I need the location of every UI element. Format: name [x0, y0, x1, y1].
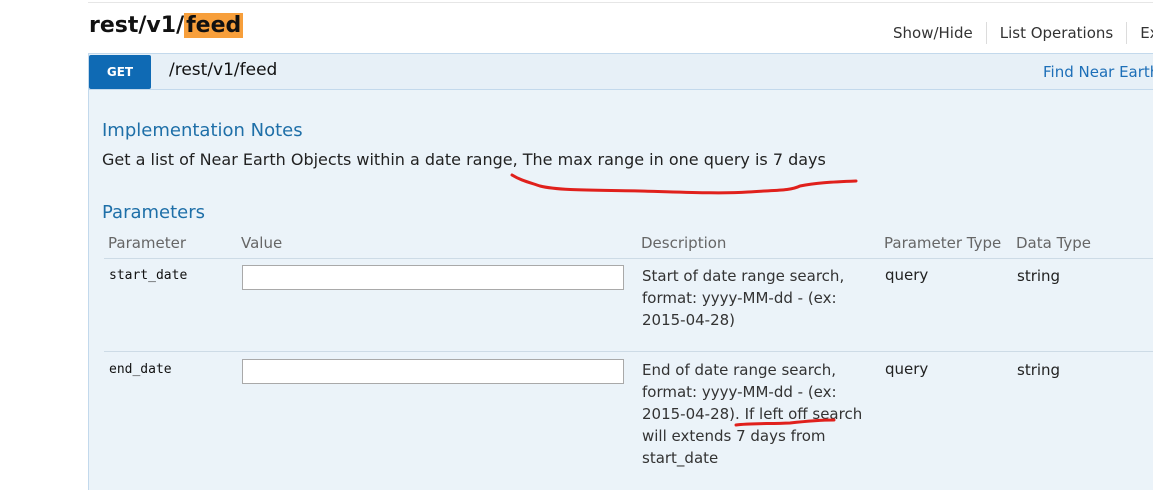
expand-operations-link[interactable]: Ex: [1127, 22, 1153, 44]
param-type-start-date: query: [885, 266, 929, 284]
column-header-parameter-type: Parameter Type: [884, 234, 1002, 252]
resource-highlight: feed: [184, 13, 244, 38]
endpoint-summary-link[interactable]: Find Near Earth: [1043, 63, 1153, 81]
column-header-description: Description: [641, 234, 727, 252]
data-type-start-date: string: [1017, 267, 1061, 285]
param-name-end-date: end_date: [109, 362, 172, 377]
start-date-input[interactable]: [242, 265, 624, 290]
resource-prefix: rest/v1/: [89, 13, 185, 38]
param-description-start-date: Start of date range search, format: yyyy…: [642, 267, 845, 329]
description-text-emphasis: If left off: [744, 405, 808, 423]
show-hide-link[interactable]: Show/Hide: [880, 22, 987, 44]
resource-heading[interactable]: rest/v1/feed: [89, 13, 244, 38]
table-header-divider: [104, 258, 1153, 259]
data-type-end-date: string: [1017, 361, 1061, 379]
end-date-input[interactable]: [242, 359, 624, 384]
param-type-end-date: query: [885, 360, 929, 378]
column-header-data-type: Data Type: [1016, 234, 1092, 252]
param-name-start-date: start_date: [109, 268, 188, 283]
operations-nav: Show/Hide List Operations Ex: [880, 22, 1153, 44]
implementation-notes-text: Get a list of Near Earth Objects within …: [102, 150, 826, 169]
list-operations-link[interactable]: List Operations: [987, 22, 1128, 44]
http-method-badge[interactable]: GET: [89, 55, 151, 89]
parameters-heading: Parameters: [102, 202, 206, 223]
implementation-notes-heading: Implementation Notes: [102, 120, 303, 141]
endpoint-path[interactable]: /rest/v1/feed: [169, 60, 277, 80]
table-row-divider: [104, 351, 1153, 352]
top-divider: [88, 2, 1153, 3]
param-description-end-date: End of date range search, format: yyyy-M…: [642, 359, 867, 469]
column-header-value: Value: [241, 234, 283, 252]
column-header-parameter: Parameter: [108, 234, 187, 252]
